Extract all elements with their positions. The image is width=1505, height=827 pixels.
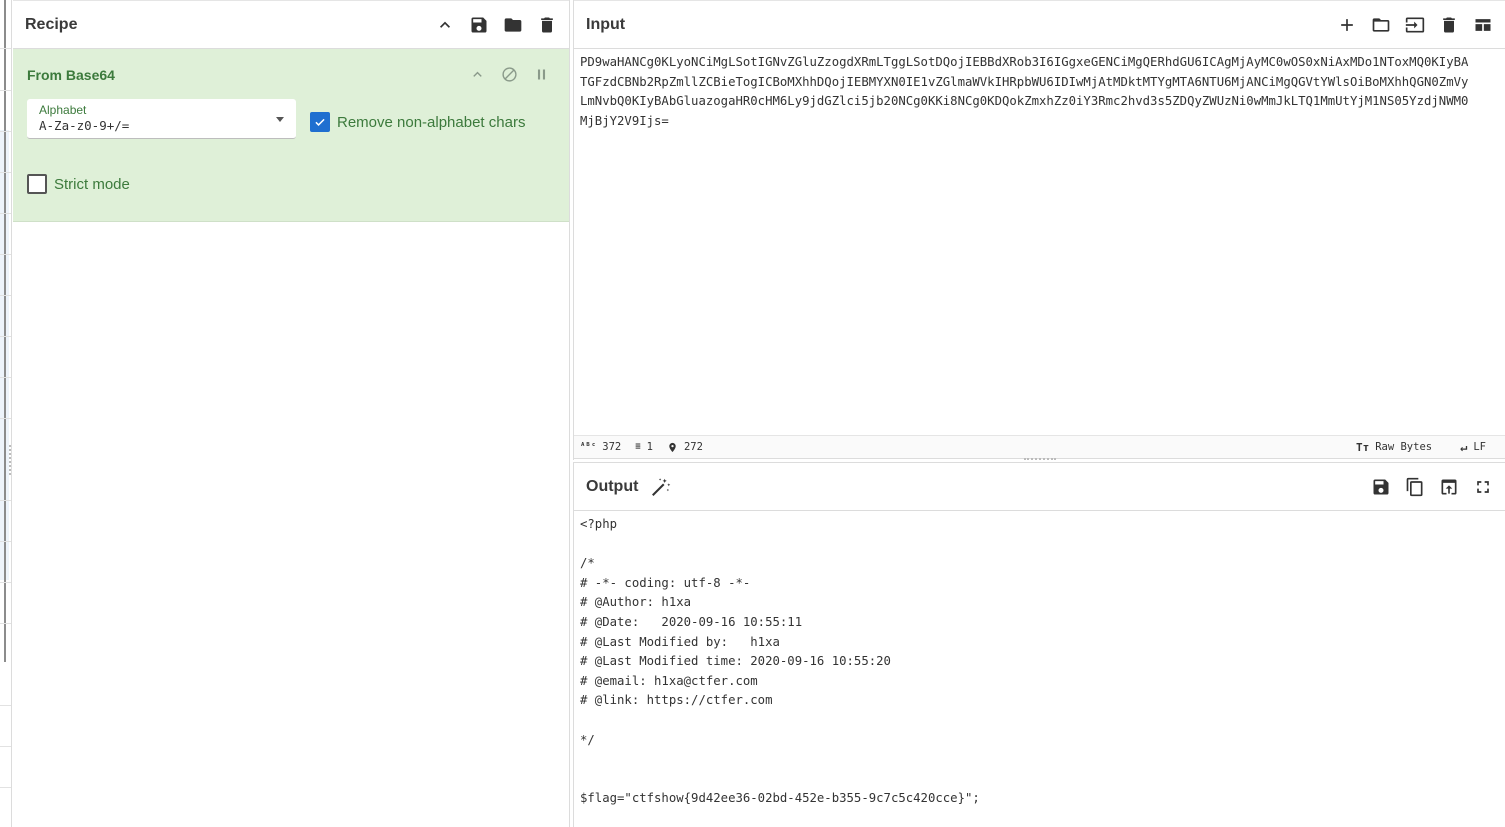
remove-non-alphabet-label: Remove non-alphabet chars (337, 113, 526, 131)
save-icon[interactable] (469, 15, 489, 35)
input-line: PD9waHANCg0KLyoNCiMgLSotIGNvZGluZzogdXRm… (580, 55, 1469, 69)
divider (0, 131, 11, 132)
output-textarea[interactable]: <?php /* # -*- coding: utf-8 -*- # @Author… (574, 511, 1505, 826)
output-line: /* (580, 556, 595, 571)
divider (0, 172, 11, 173)
input-header: Input (574, 0, 1505, 49)
output-panel: Output <?php /* # -*- coding: utf-8 -*- # … (573, 462, 1505, 827)
chevron-down-icon (276, 117, 284, 122)
disable-icon[interactable] (499, 64, 519, 84)
recipe-panel: Recipe From Base64 Alphabet A-Za-z0-9+/=… (13, 0, 570, 827)
location-pin-icon (669, 442, 676, 452)
folder-icon[interactable] (503, 15, 523, 35)
output-line: # @Last Modified by: h1xa (580, 634, 780, 649)
divider (0, 295, 11, 296)
lines-value: 1 (646, 441, 653, 453)
divider (0, 582, 11, 583)
trash-icon[interactable] (1439, 15, 1459, 35)
alphabet-value: A-Za-z0-9+/= (39, 118, 130, 133)
lines-stat: ≡ 1 (635, 441, 653, 453)
trash-icon[interactable] (537, 15, 557, 35)
chevron-up-icon[interactable] (435, 15, 455, 35)
length-value: 372 (602, 441, 622, 453)
divider (0, 623, 11, 624)
position-value: 272 (683, 441, 703, 453)
plus-icon[interactable] (1337, 15, 1357, 35)
divider (0, 90, 11, 91)
position-stat: 272 (667, 441, 703, 454)
chevron-up-icon[interactable] (467, 64, 487, 84)
divider (0, 787, 11, 788)
replace-input-icon[interactable] (1439, 477, 1459, 497)
output-line: <?php (580, 517, 618, 531)
output-line: $flag="ctfshow{9d42ee36-02bd-452e-b355-9… (580, 791, 980, 806)
divider (0, 418, 11, 419)
input-panel: Input PD9waHANCg0KLyoNCiMgLSotIGNvZGluZz… (573, 0, 1505, 460)
length-stat: ᴬᴮᶜ 372 (580, 441, 621, 453)
eol-selector[interactable]: ↵ LF (1460, 440, 1486, 454)
output-line: # @link: https://ctfer.com (580, 693, 773, 708)
remove-non-alphabet-toggle[interactable]: Remove non-alphabet chars (310, 112, 525, 132)
open-file-icon[interactable] (1405, 15, 1425, 35)
divider (0, 213, 11, 214)
output-line: */ (580, 732, 595, 747)
magic-wand-icon[interactable] (650, 476, 672, 498)
alphabet-select[interactable]: Alphabet A-Za-z0-9+/= (27, 99, 296, 139)
divider (0, 541, 11, 542)
strict-mode-label: Strict mode (54, 175, 130, 193)
output-title: Output (586, 477, 639, 495)
return-arrow-icon: ↵ (1460, 440, 1468, 454)
strict-mode-toggle[interactable]: Strict mode (27, 174, 130, 194)
output-line: # -*- coding: utf-8 -*- (580, 575, 751, 590)
input-line: MjBjY2V9Ijs= (580, 113, 669, 128)
divider (0, 336, 11, 337)
recipe-title: Recipe (25, 15, 78, 33)
output-line: # @Author: h1xa (580, 595, 692, 610)
operation-title: From Base64 (27, 67, 115, 83)
operations-scrollbar[interactable] (4, 0, 6, 662)
divider (0, 705, 11, 706)
resize-handle[interactable] (9, 445, 11, 475)
encoding-selector[interactable]: Tт Raw Bytes (1356, 440, 1432, 454)
divider (0, 500, 11, 501)
output-line: # @email: h1xa@ctfer.com (580, 673, 758, 688)
divider (0, 377, 11, 378)
save-icon[interactable] (1371, 477, 1391, 497)
layout-icon[interactable] (1473, 15, 1493, 35)
lines-icon: ≡ (635, 442, 641, 452)
eol-value: LF (1473, 441, 1486, 453)
output-line: # @Date: 2020-09-16 10:55:11 (580, 614, 803, 629)
pause-icon[interactable] (531, 64, 551, 84)
output-line: # @Last Modified time: 2020-09-16 10:55:… (580, 654, 891, 669)
copy-icon[interactable] (1405, 477, 1425, 497)
divider (0, 48, 11, 49)
input-line: LmNvbQ0KIyBAbGluazogaHR0cHM6Ly9jdGZlci5j… (580, 94, 1469, 109)
encoding-value: Raw Bytes (1375, 441, 1433, 453)
input-textarea[interactable]: PD9waHANCg0KLyoNCiMgLSotIGNvZGluZzogdXRm… (574, 49, 1505, 434)
alphabet-label: Alphabet (39, 103, 87, 117)
operation-from-base64[interactable]: From Base64 Alphabet A-Za-z0-9+/= Remove… (13, 49, 569, 222)
divider (0, 254, 11, 255)
remove-non-alphabet-checkbox[interactable] (310, 112, 330, 132)
open-folder-icon[interactable] (1371, 15, 1391, 35)
fullscreen-icon[interactable] (1473, 477, 1493, 497)
input-line: TGFzdCBNb2RpZmllZCBieTogICBoMXhhDQojIEBM… (580, 74, 1469, 89)
divider (0, 746, 11, 747)
strict-mode-checkbox[interactable] (27, 174, 47, 194)
abc-icon: ᴬᴮᶜ (580, 442, 597, 452)
text-format-icon: Tт (1355, 440, 1370, 454)
operations-panel-edge (0, 0, 12, 827)
output-header: Output (574, 462, 1505, 511)
recipe-header: Recipe (13, 0, 569, 49)
input-title: Input (586, 15, 626, 33)
input-status-bar: ᴬᴮᶜ 372 ≡ 1 272 Tт Raw Bytes ↵ LF (574, 435, 1505, 459)
